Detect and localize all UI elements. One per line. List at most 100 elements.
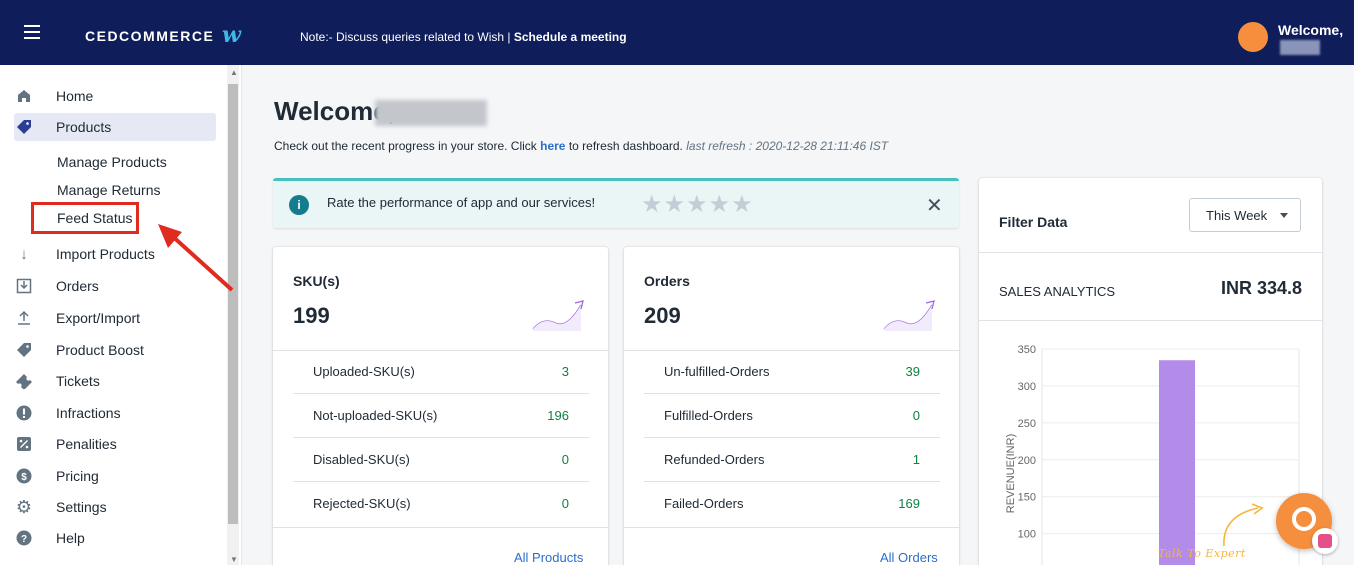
y-tick-label: 250: [1018, 418, 1036, 430]
trend-up-icon: [532, 300, 584, 331]
sidebar-item-pricing[interactable]: $ Pricing: [14, 462, 216, 490]
info-text: to refresh dashboard.: [565, 139, 687, 153]
star-icon[interactable]: ★: [686, 191, 709, 218]
trend-up-icon: [883, 300, 935, 331]
row-label: Fulfilled-Orders: [664, 408, 753, 423]
star-icon[interactable]: ★: [641, 191, 664, 218]
refresh-link[interactable]: here: [540, 139, 565, 153]
avatar[interactable]: [1238, 22, 1268, 52]
table-row[interactable]: Fulfilled-Orders 0: [644, 394, 940, 438]
row-label: Uploaded-SKU(s): [313, 364, 415, 379]
row-label: Not-uploaded-SKU(s): [313, 408, 438, 423]
y-tick-label: 150: [1018, 492, 1036, 504]
y-tick-label: 350: [1018, 344, 1036, 356]
annotation-arrow-icon: [158, 224, 234, 292]
sidebar-item-products[interactable]: Products: [14, 113, 216, 141]
alert-icon: [14, 403, 34, 423]
menu-icon[interactable]: [24, 25, 40, 39]
sidebar-item-export-import[interactable]: Export/Import: [14, 304, 216, 332]
table-row[interactable]: Refunded-Orders 1: [644, 438, 940, 482]
y-tick-label: 100: [1018, 529, 1036, 541]
row-value: 39: [905, 364, 920, 379]
svg-text:?: ?: [21, 534, 27, 545]
sidebar-item-infractions[interactable]: Infractions: [14, 399, 216, 427]
info-text: Check out the recent progress in your st…: [274, 139, 541, 153]
sidebar-item-label: Pricing: [56, 468, 99, 484]
inbox-download-icon: [14, 276, 34, 296]
chart-bar[interactable]: [1159, 360, 1195, 565]
sku-card-title: SKU(s): [293, 273, 340, 289]
chat-icon: [1292, 507, 1316, 531]
star-icon[interactable]: ★: [731, 191, 754, 218]
sales-analytics-label: SALES ANALYTICS: [999, 284, 1116, 299]
header-note: Note:- Discuss queries related to Wish |…: [300, 30, 627, 44]
sidebar-item-label: Product Boost: [56, 342, 144, 358]
divider: [979, 252, 1322, 253]
table-row[interactable]: Disabled-SKU(s) 0: [293, 438, 589, 482]
info-icon: i: [289, 195, 309, 215]
row-value: 169: [898, 496, 920, 511]
all-products-link[interactable]: All Products: [514, 550, 583, 565]
chat-badge[interactable]: [1312, 528, 1338, 554]
talk-to-expert-label[interactable]: Talk To Expert: [1158, 547, 1246, 560]
divider: [624, 527, 959, 528]
sidebar-item-settings[interactable]: ⚙ Settings: [14, 493, 216, 521]
sidebar-item-label: Settings: [56, 499, 107, 515]
table-row[interactable]: Rejected-SKU(s) 0: [293, 482, 589, 526]
y-axis-label: REVENUE(INR): [1005, 434, 1017, 513]
top-bar: CEDCOMMERCE w Note:- Discuss queries rel…: [0, 0, 1354, 65]
row-value: 0: [561, 452, 569, 467]
row-label: Rejected-SKU(s): [313, 496, 411, 511]
row-value: 0: [912, 408, 920, 423]
orders-total: 209: [644, 303, 681, 328]
user-name-redacted: [375, 100, 487, 126]
filter-title: Filter Data: [999, 214, 1068, 230]
scroll-down-icon[interactable]: ▼: [230, 555, 238, 564]
star-icon[interactable]: ★: [664, 191, 687, 218]
period-select[interactable]: This Week: [1189, 198, 1301, 232]
sidebar-item-label: Orders: [56, 278, 99, 294]
sidebar-item-label: Infractions: [56, 405, 121, 421]
sidebar-item-label: Products: [56, 119, 112, 135]
sidebar-subitem-manage-products[interactable]: Manage Products: [57, 154, 167, 170]
sidebar-item-home[interactable]: Home: [14, 82, 216, 110]
close-icon[interactable]: ✕: [926, 193, 943, 218]
table-row[interactable]: Failed-Orders 169: [644, 482, 940, 526]
sidebar-item-product-boost[interactable]: Product Boost: [14, 336, 216, 364]
tag-icon: [14, 117, 34, 137]
table-row[interactable]: Un-fulfilled-Orders 39: [644, 350, 940, 394]
brand-logo[interactable]: CEDCOMMERCE: [85, 28, 214, 44]
rating-stars[interactable]: ★★★★★: [641, 190, 754, 219]
sidebar-item-penalities[interactable]: Penalities: [14, 430, 216, 458]
percent-icon: [14, 434, 34, 454]
dollar-icon: $: [14, 466, 34, 486]
sidebar-item-tickets[interactable]: Tickets: [14, 367, 216, 395]
last-refresh: last refresh : 2020-12-28 21:11:46 IST: [686, 139, 889, 153]
row-label: Un-fulfilled-Orders: [664, 364, 770, 379]
sidebar-scroll-thumb[interactable]: [228, 84, 238, 524]
table-row[interactable]: Not-uploaded-SKU(s) 196: [293, 394, 589, 438]
sidebar-item-label: Penalities: [56, 436, 117, 452]
row-label: Refunded-Orders: [664, 452, 765, 467]
sidebar-item-help[interactable]: ? Help: [14, 524, 216, 552]
period-select-value: This Week: [1206, 208, 1268, 223]
y-tick-label: 200: [1018, 455, 1036, 467]
scroll-up-icon[interactable]: ▲: [230, 68, 238, 77]
caret-down-icon: [1280, 213, 1288, 218]
row-label: Failed-Orders: [664, 496, 744, 511]
row-value: 196: [547, 408, 569, 423]
info-line: Check out the recent progress in your st…: [274, 139, 888, 153]
sidebar-subitem-manage-returns[interactable]: Manage Returns: [57, 182, 161, 198]
all-orders-link[interactable]: All Orders: [880, 550, 938, 565]
tag-icon: [14, 340, 34, 360]
ticket-icon: [14, 371, 34, 391]
table-row[interactable]: Uploaded-SKU(s) 3: [293, 350, 589, 394]
arrow-down-icon: ↓: [20, 245, 28, 263]
home-icon: [14, 86, 34, 106]
brand-mark-icon: w: [222, 22, 241, 48]
user-welcome[interactable]: Welcome,: [1278, 22, 1343, 38]
row-value: 0: [561, 496, 569, 511]
star-icon[interactable]: ★: [709, 191, 732, 218]
orders-card: Orders 209 Un-fulfilled-Orders 39 Fulfill…: [624, 247, 959, 565]
schedule-meeting-link[interactable]: Schedule a meeting: [514, 30, 627, 44]
